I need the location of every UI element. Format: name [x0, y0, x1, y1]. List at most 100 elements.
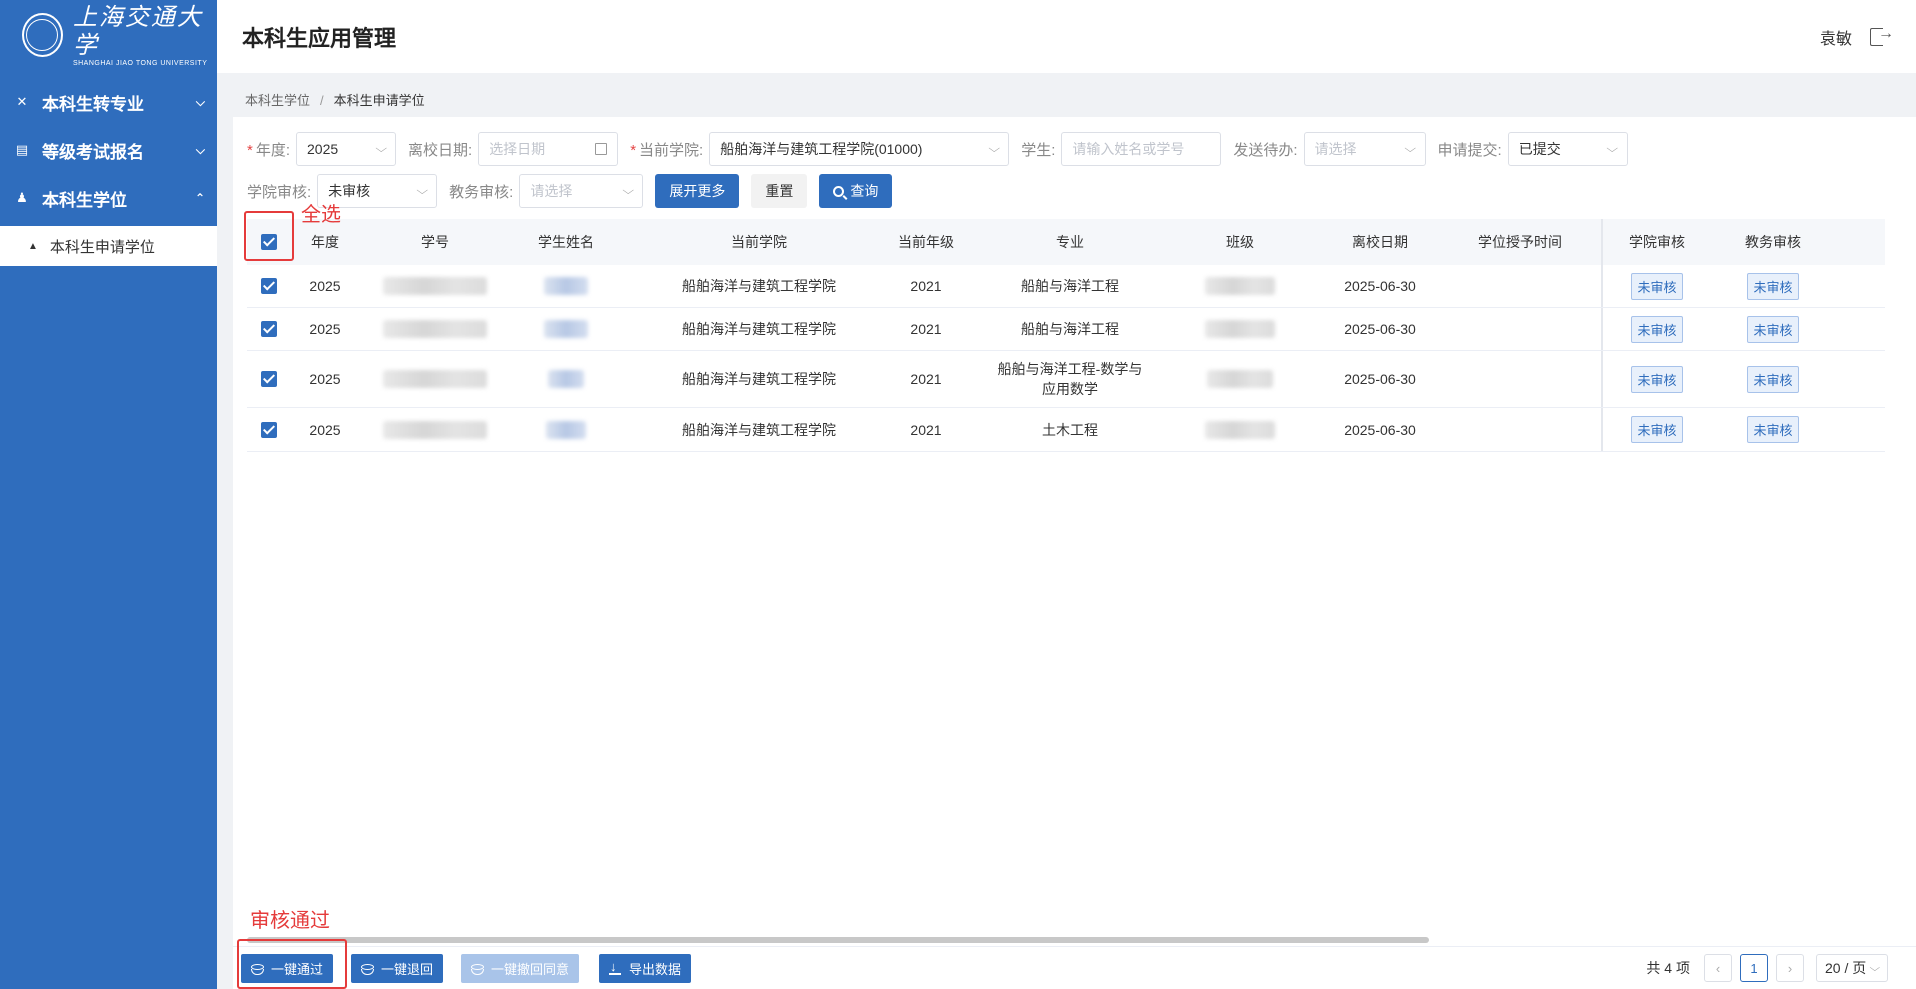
sidebar: 上海交通大学 SHANGHAI JIAO TONG UNIVERSITY ✕ 本…	[0, 0, 217, 989]
redacted-student-name	[544, 320, 588, 338]
row-checkbox[interactable]	[261, 321, 277, 337]
college-audit-status-badge[interactable]: 未审核	[1631, 365, 1683, 393]
table-row[interactable]: 2025 船舶海洋与建筑工程学院 2021 土木工程 2025-06-30 未审…	[247, 408, 1885, 452]
breadcrumb-parent[interactable]: 本科生学位	[245, 93, 310, 108]
column-header-student-name[interactable]: 学生姓名	[511, 219, 621, 265]
cell-college: 船舶海洋与建筑工程学院	[682, 421, 836, 438]
college-audit-status-badge[interactable]: 未审核	[1631, 315, 1683, 343]
sidebar-group-label: 本科生转专业	[42, 94, 144, 114]
cell-year: 2025	[309, 278, 341, 294]
column-header-grade[interactable]: 当前年级	[897, 219, 955, 265]
column-header-admin-audit[interactable]: 教务审核	[1711, 219, 1835, 265]
table-row[interactable]: 2025 船舶海洋与建筑工程学院 2021 船舶与海洋工程-数学与应用数学 20…	[247, 351, 1885, 408]
college-label: * 当前学院:	[630, 141, 704, 159]
admin-audit-label: 教务审核:	[449, 183, 514, 201]
student-search-input[interactable]: 请输入姓名或学号	[1061, 132, 1222, 166]
redacted-class	[1207, 370, 1273, 388]
cell-grade: 2021	[910, 278, 942, 294]
year-select[interactable]: 2025 ⌵	[296, 132, 397, 166]
cell-college: 船舶海洋与建筑工程学院	[682, 278, 836, 294]
cell-leave-date: 2025-06-30	[1344, 321, 1416, 337]
chevron-down-icon: ⌵	[1404, 142, 1417, 155]
export-data-button[interactable]: 导出数据	[599, 954, 692, 983]
admin-audit-status-badge[interactable]: 未审核	[1747, 416, 1799, 443]
bulk-return-button[interactable]: 一键退回	[351, 954, 444, 983]
admin-audit-status-badge[interactable]: 未审核	[1747, 272, 1799, 300]
cell-major: 船舶与海洋工程	[1021, 278, 1119, 294]
leave-date-picker[interactable]: 选择日期	[478, 132, 619, 166]
approve-annotation: 审核通过	[250, 910, 330, 932]
cell-grant-time	[1465, 351, 1575, 407]
redacted-student-id	[383, 277, 487, 295]
college-audit-status-badge[interactable]: 未审核	[1631, 272, 1683, 300]
expand-more-button[interactable]: 展开更多	[655, 174, 740, 208]
redacted-student-id	[383, 320, 487, 338]
row-checkbox[interactable]	[261, 421, 277, 438]
cell-leave-date: 2025-06-30	[1344, 278, 1416, 294]
sidebar-item-degree-application[interactable]: ▲ 本科生申请学位	[0, 226, 217, 266]
submit-status-label: 申请提交:	[1437, 141, 1502, 159]
admin-audit-status-badge[interactable]: 未审核	[1747, 315, 1799, 343]
page-size-select[interactable]: 20 / 页 ⌵	[1816, 954, 1888, 982]
todo-select[interactable]: 请选择 ⌵	[1303, 132, 1426, 166]
leave-date-label: 离校日期:	[408, 141, 473, 159]
cell-grade: 2021	[910, 371, 942, 387]
cell-grant-time	[1465, 265, 1575, 307]
table-header-row: 年度 学号 学生姓名 当前学院 当前年级 专业 班级 离校日期 学位授予时间 学…	[247, 219, 1885, 265]
table-row[interactable]: 2025 船舶海洋与建筑工程学院 2021 船舶与海洋工程 2025-06-30…	[247, 308, 1885, 351]
column-header-major[interactable]: 专业	[955, 219, 1185, 265]
redacted-student-name	[544, 277, 588, 295]
logo-english-name: SHANGHAI JIAO TONG UNIVERSITY	[72, 60, 208, 67]
prev-page-button[interactable]: ‹	[1704, 954, 1732, 982]
cell-year: 2025	[309, 321, 341, 337]
breadcrumb-separator: /	[320, 93, 324, 108]
college-select[interactable]: 船舶海洋与建筑工程学院(01000) ⌵	[709, 132, 1010, 166]
breadcrumb-current: 本科生申请学位	[333, 93, 425, 108]
footer-toolbar: 一键通过 一键退回 一键撤回同意 导出数据 共 4 项 ‹ 1 › 20 / 页…	[233, 946, 1916, 989]
page-number[interactable]: 1	[1740, 954, 1768, 982]
swap-icon: ✕	[16, 94, 28, 109]
sidebar-group-level-exam[interactable]: ▤ 等级考试报名 ⌵	[0, 126, 217, 174]
search-button[interactable]: 查询	[819, 174, 893, 208]
table-row[interactable]: 2025 船舶海洋与建筑工程学院 2021 船舶与海洋工程 2025-06-30…	[247, 265, 1885, 308]
cell-leave-date: 2025-06-30	[1344, 371, 1416, 387]
sidebar-group-major-transfer[interactable]: ✕ 本科生转专业 ⌵	[0, 78, 217, 126]
sidebar-group-label: 本科生学位	[42, 190, 127, 210]
page-title: 本科生应用管理	[242, 25, 397, 51]
column-header-college[interactable]: 当前学院	[621, 219, 897, 265]
row-checkbox[interactable]	[261, 371, 277, 387]
horizontal-scrollbar[interactable]	[247, 937, 1429, 943]
breadcrumb: 本科生学位 / 本科生申请学位	[245, 90, 425, 109]
search-icon	[833, 185, 845, 197]
submit-status-select[interactable]: 已提交 ⌵	[1507, 132, 1628, 166]
chevron-down-icon: ⌵	[1606, 142, 1619, 155]
column-header-class[interactable]: 班级	[1185, 219, 1295, 265]
admin-audit-status-badge[interactable]: 未审核	[1747, 365, 1799, 393]
redacted-class	[1205, 320, 1275, 338]
column-header-student-id[interactable]: 学号	[359, 219, 511, 265]
column-header-leave-date[interactable]: 离校日期	[1295, 219, 1465, 265]
university-seal-icon	[22, 13, 63, 57]
chevron-up-icon: ⌃	[194, 191, 205, 205]
user-name[interactable]: 袁敏	[1820, 25, 1852, 49]
cell-year: 2025	[309, 371, 341, 387]
redacted-student-id	[383, 420, 487, 439]
reset-button[interactable]: 重置	[751, 174, 808, 208]
top-header: 本科生应用管理 袁敏	[217, 0, 1916, 73]
redacted-class	[1205, 277, 1275, 295]
sidebar-group-degree[interactable]: ♟ 本科生学位 ⌃	[0, 174, 217, 222]
chevron-down-icon: ⌵	[1869, 962, 1881, 974]
select-all-highlight	[244, 211, 294, 261]
sidebar-item-label: 本科生申请学位	[49, 238, 155, 256]
row-checkbox[interactable]	[261, 278, 277, 294]
next-page-button[interactable]: ›	[1776, 954, 1804, 982]
admin-audit-select[interactable]: 请选择 ⌵	[519, 174, 644, 208]
cell-year: 2025	[309, 421, 341, 438]
logout-icon[interactable]	[1870, 25, 1894, 46]
bulk-revoke-button[interactable]: 一键撤回同意	[461, 954, 580, 983]
college-audit-status-badge[interactable]: 未审核	[1631, 416, 1683, 443]
column-header-college-audit[interactable]: 学院审核	[1601, 219, 1711, 265]
graduate-cap-icon: ▲	[28, 240, 38, 252]
column-header-grant-time[interactable]: 学位授予时间	[1465, 219, 1575, 265]
cell-college: 船舶海洋与建筑工程学院	[682, 321, 836, 337]
